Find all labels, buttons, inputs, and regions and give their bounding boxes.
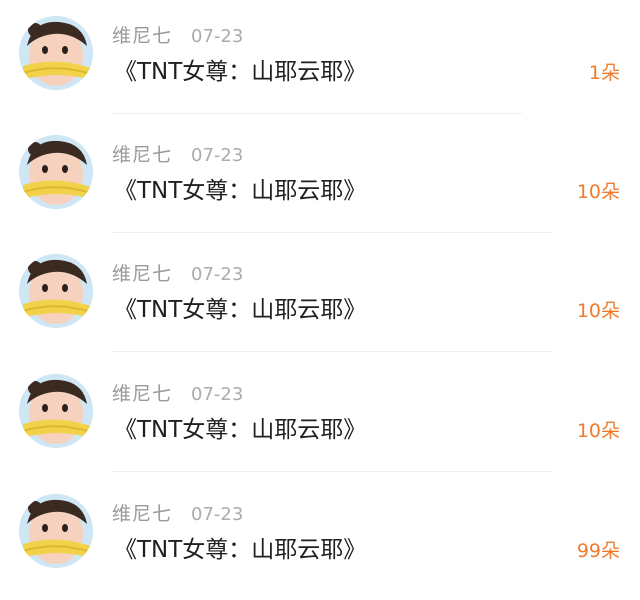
gift-amount: 10朵 bbox=[576, 420, 620, 442]
gift-amount: 1朵 bbox=[588, 62, 620, 84]
user-name[interactable]: 维尼七 bbox=[112, 382, 172, 406]
avatar[interactable] bbox=[19, 135, 93, 209]
book-title[interactable]: 《TNT女尊：山耶云耶》 bbox=[114, 533, 366, 567]
user-name[interactable]: 维尼七 bbox=[112, 502, 172, 526]
user-name[interactable]: 维尼七 bbox=[112, 24, 172, 48]
gift-record-list: 维尼七 07-23 《TNT女尊：山耶云耶》 1朵 维尼七 07-23 《TNT… bbox=[0, 0, 640, 600]
avatar[interactable] bbox=[19, 494, 93, 568]
date-label: 07-23 bbox=[191, 145, 244, 166]
user-name[interactable]: 维尼七 bbox=[112, 143, 172, 167]
date-label: 07-23 bbox=[191, 384, 244, 405]
book-title[interactable]: 《TNT女尊：山耶云耶》 bbox=[114, 55, 366, 89]
avatar-icon bbox=[19, 494, 93, 568]
avatar[interactable] bbox=[19, 16, 93, 90]
gift-amount: 99朵 bbox=[576, 540, 620, 562]
book-title[interactable]: 《TNT女尊：山耶云耶》 bbox=[114, 174, 366, 208]
book-title[interactable]: 《TNT女尊：山耶云耶》 bbox=[114, 293, 366, 327]
avatar[interactable] bbox=[19, 254, 93, 328]
list-item[interactable]: 维尼七 07-23 《TNT女尊：山耶云耶》 99朵 bbox=[0, 478, 640, 596]
list-item[interactable]: 维尼七 07-23 《TNT女尊：山耶云耶》 10朵 bbox=[0, 119, 640, 237]
list-item[interactable]: 维尼七 07-23 《TNT女尊：山耶云耶》 10朵 bbox=[0, 358, 640, 476]
divider bbox=[112, 113, 522, 114]
date-label: 07-23 bbox=[191, 264, 244, 285]
list-item[interactable]: 维尼七 07-23 《TNT女尊：山耶云耶》 1朵 bbox=[0, 0, 640, 118]
book-title[interactable]: 《TNT女尊：山耶云耶》 bbox=[114, 413, 366, 447]
avatar-icon bbox=[19, 254, 93, 328]
gift-amount: 10朵 bbox=[576, 181, 620, 203]
user-name[interactable]: 维尼七 bbox=[112, 262, 172, 286]
list-item[interactable]: 维尼七 07-23 《TNT女尊：山耶云耶》 10朵 bbox=[0, 238, 640, 356]
divider bbox=[112, 351, 552, 352]
divider bbox=[112, 232, 552, 233]
avatar[interactable] bbox=[19, 374, 93, 448]
avatar-icon bbox=[19, 16, 93, 90]
avatar-icon bbox=[19, 135, 93, 209]
divider bbox=[112, 471, 552, 472]
gift-amount: 10朵 bbox=[576, 300, 620, 322]
avatar-icon bbox=[19, 374, 93, 448]
date-label: 07-23 bbox=[191, 26, 244, 47]
date-label: 07-23 bbox=[191, 504, 244, 525]
